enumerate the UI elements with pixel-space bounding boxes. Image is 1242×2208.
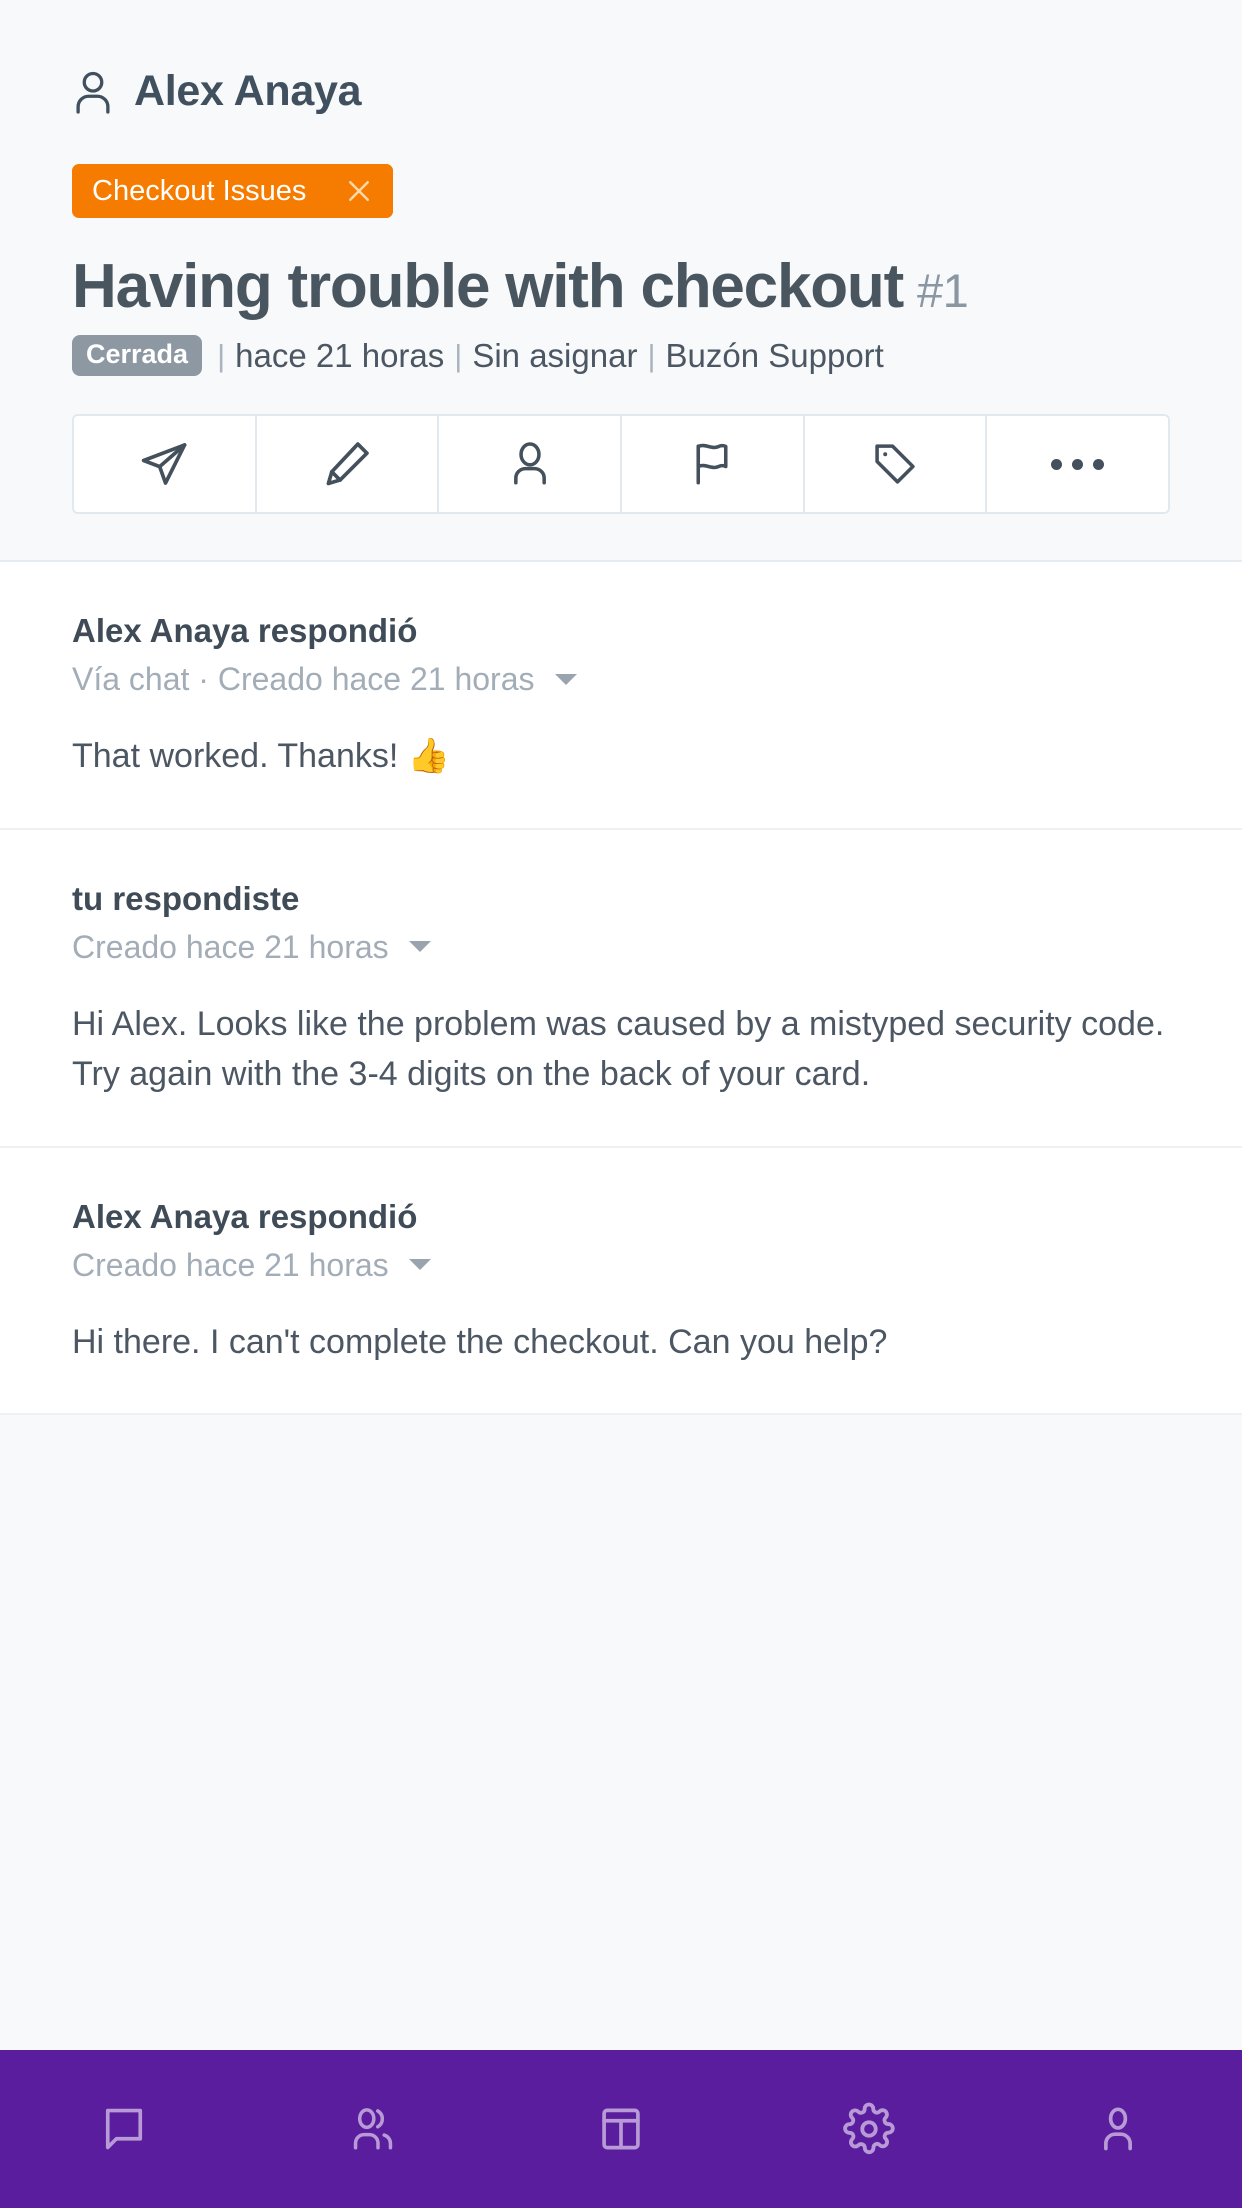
ellipsis-icon	[1051, 458, 1105, 470]
chevron-down-icon[interactable]	[408, 941, 431, 953]
message-item: Alex Anaya respondió Vía chat · Creado h…	[0, 562, 1242, 830]
message-item: tu respondiste Creado hace 21 horas Hi A…	[0, 829, 1242, 1148]
message-meta-text: Creado hace 21 horas	[72, 1246, 389, 1283]
more-button[interactable]	[987, 416, 1168, 513]
meta-assignee[interactable]: Sin asignar	[472, 337, 637, 375]
person-icon	[72, 68, 114, 114]
tag-button[interactable]	[804, 416, 988, 513]
tag-row: Checkout Issues	[0, 124, 1242, 218]
bottom-navigation	[0, 2050, 1242, 2208]
thread-empty-space	[0, 1415, 1242, 2050]
meta-separator-3: |	[647, 337, 656, 373]
close-icon[interactable]	[325, 164, 394, 218]
message-meta-text: Creado hace 21 horas	[72, 928, 389, 965]
message-author: Alex Anaya respondió	[72, 612, 418, 650]
tag-icon	[870, 439, 920, 489]
nav-customers[interactable]	[248, 2102, 496, 2156]
tag-chip-label: Checkout Issues	[92, 174, 307, 207]
chat-bubble-icon	[98, 2103, 150, 2155]
flag-icon	[687, 439, 737, 489]
person-icon	[1092, 2103, 1144, 2155]
customer-name: Alex Anaya	[134, 66, 362, 115]
gear-icon	[842, 2102, 896, 2156]
person-icon	[505, 439, 555, 489]
message-body: Hi Alex. Looks like the problem was caus…	[72, 1004, 1165, 1094]
ticket-header: Alex Anaya Checkout Issues Having troubl…	[0, 0, 1242, 563]
message-author: Alex Anaya respondió	[72, 1197, 418, 1235]
customer-row[interactable]: Alex Anaya	[0, 58, 1242, 124]
meta-created: hace 21 horas	[235, 336, 445, 374]
status-badge: Cerrada	[72, 335, 203, 377]
layout-panel-icon	[595, 2103, 647, 2155]
people-icon	[346, 2102, 400, 2156]
conversation-thread: Alex Anaya respondió Vía chat · Creado h…	[0, 562, 1242, 2050]
tag-chip[interactable]: Checkout Issues	[72, 164, 394, 218]
action-toolbar	[72, 414, 1170, 515]
meta-mailbox[interactable]: Buzón Support	[666, 337, 884, 375]
send-icon	[138, 438, 190, 490]
message-body: Hi there. I can't complete the checkout.…	[72, 1322, 888, 1361]
message-author: tu respondiste	[72, 879, 300, 917]
nav-dashboard[interactable]	[497, 2103, 745, 2155]
message-body: That worked. Thanks! 👍	[72, 737, 451, 776]
meta-separator-1: |	[217, 337, 226, 373]
meta-separator-2: |	[454, 337, 463, 373]
ticket-detail-screen: Alex Anaya Checkout Issues Having troubl…	[0, 0, 1242, 2208]
pencil-icon	[321, 438, 373, 490]
nav-profile[interactable]	[994, 2103, 1242, 2155]
message-meta: Vía chat · Creado hace 21 horas	[72, 659, 1170, 699]
ticket-number: #1	[917, 264, 969, 317]
note-button[interactable]	[256, 416, 440, 513]
assign-button[interactable]	[439, 416, 623, 513]
message-item: Alex Anaya respondió Creado hace 21 hora…	[0, 1147, 1242, 1416]
reply-button[interactable]	[74, 416, 257, 513]
ticket-meta: Cerrada | hace 21 horas | Sin asignar | …	[0, 319, 1242, 377]
message-meta: Creado hace 21 horas	[72, 1245, 1170, 1285]
chevron-down-icon[interactable]	[408, 1259, 431, 1271]
nav-conversations[interactable]	[0, 2103, 248, 2155]
page-title: Having trouble with checkout	[72, 252, 904, 321]
status-button[interactable]	[622, 416, 805, 513]
message-meta: Creado hace 21 horas	[72, 927, 1170, 967]
chevron-down-icon[interactable]	[554, 673, 577, 685]
message-meta-text: Vía chat · Creado hace 21 horas	[72, 661, 535, 698]
nav-settings[interactable]	[745, 2102, 993, 2156]
title-row: Having trouble with checkout #1	[0, 218, 1242, 319]
